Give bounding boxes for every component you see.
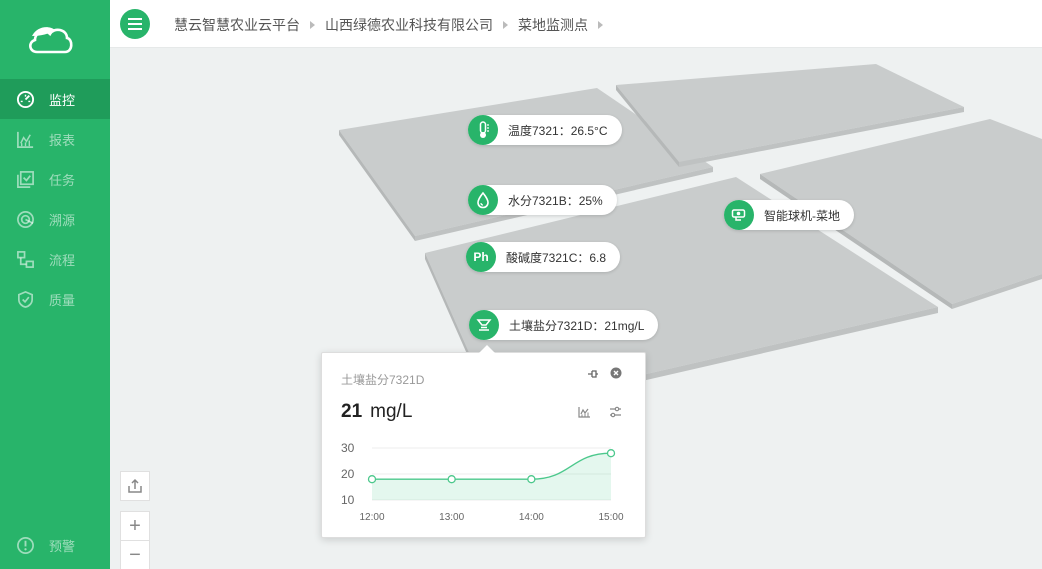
trace-source-icon bbox=[17, 210, 34, 228]
soil-salinity-icon bbox=[469, 310, 499, 340]
menu-toggle-button[interactable] bbox=[120, 9, 150, 39]
alert-icon bbox=[17, 536, 34, 554]
quality-shield-icon bbox=[17, 290, 34, 308]
thermometer-icon bbox=[468, 115, 498, 145]
y-tick-label: 30 bbox=[341, 441, 355, 455]
sidebar-item-quality[interactable]: 质量 bbox=[0, 279, 110, 319]
share-icon bbox=[128, 478, 142, 493]
sidebar-item-label: 质量 bbox=[49, 292, 76, 308]
camera-marker[interactable]: 智能球机-菜地 bbox=[724, 200, 854, 230]
sidebar-item-label: 报表 bbox=[49, 132, 76, 148]
marker-label: 智能球机-菜地 bbox=[764, 208, 840, 223]
sidebar-item-task[interactable]: 任务 bbox=[0, 159, 110, 199]
y-tick-label: 20 bbox=[341, 467, 355, 481]
sensor-marker-moisture[interactable]: 水分7321B：25% bbox=[468, 185, 617, 215]
marker-label: 水分7321B：25% bbox=[508, 193, 603, 208]
zoom-in-icon: + bbox=[129, 514, 141, 537]
zoom-in-button[interactable]: + bbox=[120, 511, 150, 541]
data-point bbox=[606, 449, 616, 458]
x-tick-label: 15:00 bbox=[598, 512, 623, 523]
sensor-marker-ph[interactable]: Ph 酸碱度7321C：6.8 bbox=[466, 242, 621, 272]
breadcrumb-separator-icon bbox=[598, 21, 603, 29]
settings-button[interactable] bbox=[609, 405, 622, 423]
pin-icon bbox=[588, 370, 598, 378]
sidebar-item-label: 流程 bbox=[49, 252, 76, 268]
zoom-out-button[interactable]: − bbox=[120, 540, 150, 569]
sidebar-item-trace[interactable]: 溯源 bbox=[0, 199, 110, 239]
sensor-marker-temperature[interactable]: 温度7321：26.5°C bbox=[468, 115, 622, 145]
salinity-trend-chart: 10 20 30 12:00 13:00 14:00 15:00 bbox=[341, 441, 624, 523]
popup-pointer bbox=[479, 345, 495, 353]
history-chart-button[interactable] bbox=[578, 405, 591, 423]
breadcrumb-separator-icon bbox=[310, 21, 315, 29]
sensor-marker-soil-salinity[interactable]: 土壤盐分7321D：21mg/L bbox=[469, 310, 659, 340]
x-tick-label: 14:00 bbox=[519, 512, 544, 523]
share-button[interactable] bbox=[120, 471, 150, 501]
sidebar: 监控 报表 任务 溯源 流程 质量 预警 bbox=[0, 0, 110, 569]
sidebar-item-alert[interactable]: 预警 bbox=[0, 525, 110, 565]
popup-close-button[interactable] bbox=[610, 366, 622, 384]
x-tick-label: 13:00 bbox=[439, 512, 464, 523]
y-tick-label: 10 bbox=[341, 493, 355, 507]
breadcrumb-item-site[interactable]: 菜地监测点 bbox=[518, 15, 588, 35]
breadcrumb: 慧云智慧农业云平台 山西绿德农业科技有限公司 菜地监测点 bbox=[174, 15, 613, 35]
reading-unit: mg/L bbox=[370, 401, 413, 422]
breadcrumb-separator-icon bbox=[503, 21, 508, 29]
area-fill bbox=[372, 453, 611, 500]
marker-label: 温度7321：26.5°C bbox=[508, 123, 608, 138]
zoom-out-icon: − bbox=[129, 543, 141, 566]
sidebar-item-monitor[interactable]: 监控 bbox=[0, 79, 110, 119]
data-point bbox=[527, 475, 536, 484]
sidebar-item-label: 预警 bbox=[49, 538, 76, 554]
close-icon bbox=[610, 367, 622, 379]
top-header: 慧云智慧农业云平台 山西绿德农业科技有限公司 菜地监测点 bbox=[110, 0, 1042, 48]
report-chart-icon bbox=[17, 131, 34, 148]
pin-button[interactable] bbox=[587, 367, 599, 385]
task-check-icon bbox=[17, 170, 34, 188]
camera-icon bbox=[724, 200, 754, 230]
breadcrumb-item-platform[interactable]: 慧云智慧农业云平台 bbox=[174, 15, 300, 35]
sidebar-item-report[interactable]: 报表 bbox=[0, 119, 110, 159]
data-point bbox=[447, 475, 456, 484]
sensor-detail-popup: 土壤盐分7321D 21 mg/L 10 20 30 12:00 13:00 14:00 15… bbox=[321, 345, 646, 538]
sidebar-item-label: 监控 bbox=[49, 92, 76, 108]
popup-title: 土壤盐分7321D bbox=[341, 373, 425, 387]
popup-reading: 21 mg/L bbox=[341, 401, 412, 423]
hamburger-menu-icon bbox=[128, 18, 142, 30]
sliders-settings-icon bbox=[610, 406, 621, 418]
cloud-leaf-logo bbox=[29, 27, 73, 54]
water-drop-icon bbox=[468, 185, 498, 215]
sidebar-item-label: 任务 bbox=[49, 172, 76, 188]
sidebar-nav: 监控 报表 任务 溯源 流程 质量 bbox=[0, 79, 110, 319]
x-tick-label: 12:00 bbox=[359, 512, 384, 523]
marker-label: 土壤盐分7321D：21mg/L bbox=[509, 318, 645, 333]
line-chart-icon bbox=[578, 407, 590, 418]
ph-icon: Ph bbox=[466, 242, 496, 272]
marker-label: 酸碱度7321C：6.8 bbox=[506, 250, 607, 265]
dashboard-gauge-icon bbox=[16, 90, 35, 108]
sidebar-item-workflow[interactable]: 流程 bbox=[0, 239, 110, 279]
sidebar-item-label: 溯源 bbox=[49, 212, 76, 228]
reading-value: 21 bbox=[341, 401, 363, 422]
breadcrumb-item-company[interactable]: 山西绿德农业科技有限公司 bbox=[325, 15, 493, 35]
data-point bbox=[367, 475, 377, 484]
workflow-icon bbox=[17, 250, 34, 268]
